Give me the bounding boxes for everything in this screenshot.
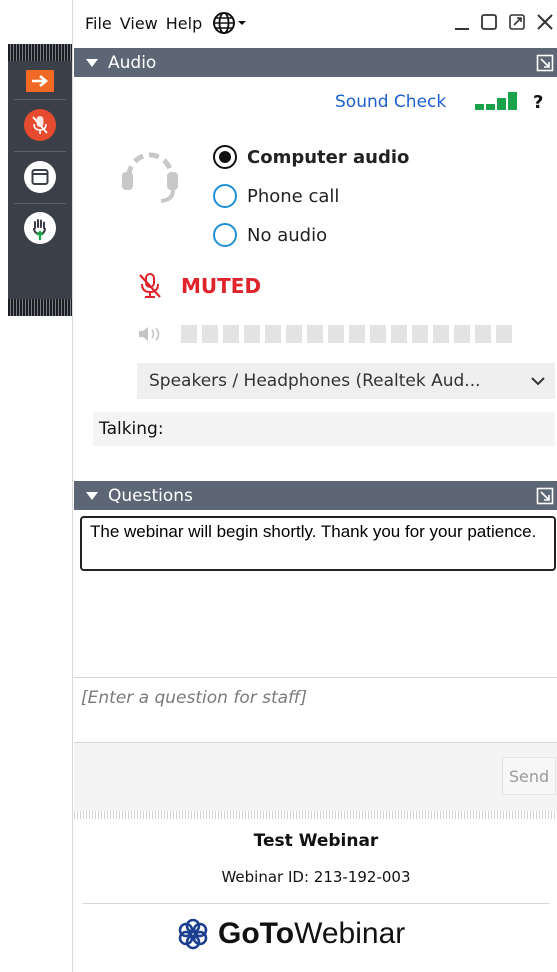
logo-goto: GoTo bbox=[218, 917, 295, 950]
mute-status[interactable]: MUTED bbox=[137, 272, 261, 300]
speaker-device-select[interactable]: Speakers / Headphones (Realtek Aud... bbox=[137, 363, 555, 399]
strip-grip-bottom[interactable] bbox=[8, 299, 72, 316]
send-area: Send bbox=[74, 743, 557, 811]
audio-option-phone[interactable]: Phone call bbox=[213, 184, 339, 208]
language-button[interactable] bbox=[212, 11, 248, 35]
collapse-triangle-icon bbox=[86, 58, 98, 67]
talking-indicator: Talking: bbox=[93, 412, 555, 446]
window-controls bbox=[454, 13, 554, 31]
audio-option-none[interactable]: No audio bbox=[213, 223, 327, 247]
expand-panel-button[interactable] bbox=[8, 64, 72, 98]
audio-option-label: No audio bbox=[247, 224, 328, 246]
popout-icon[interactable] bbox=[536, 54, 554, 72]
muted-label: MUTED bbox=[181, 274, 262, 298]
speaker-device-value: Speakers / Headphones (Realtek Aud... bbox=[149, 371, 481, 391]
control-panel-window: File View Help Audio Sound Check ? Compu… bbox=[72, 0, 557, 972]
divider bbox=[83, 903, 549, 904]
audio-option-label: Phone call bbox=[247, 185, 340, 207]
popout-icon[interactable] bbox=[508, 13, 526, 31]
show-window-button[interactable] bbox=[8, 152, 72, 202]
speaker-volume-icon bbox=[139, 327, 160, 341]
audio-help-button[interactable]: ? bbox=[533, 92, 543, 113]
questions-message: The webinar will begin shortly. Thank yo… bbox=[80, 516, 556, 571]
window-icon bbox=[24, 161, 56, 193]
popout-icon[interactable] bbox=[536, 487, 554, 505]
sound-check-link[interactable]: Sound Check bbox=[335, 92, 446, 112]
audio-panel-header[interactable]: Audio bbox=[74, 48, 557, 77]
signal-bars-icon bbox=[475, 92, 517, 110]
radio-no-audio[interactable] bbox=[213, 223, 237, 247]
talking-label: Talking: bbox=[99, 419, 164, 439]
speaker-level-meter bbox=[137, 324, 512, 344]
questions-panel-header[interactable]: Questions bbox=[74, 481, 557, 510]
radio-computer-audio[interactable] bbox=[213, 145, 237, 169]
strip-grip-top[interactable] bbox=[8, 44, 72, 61]
control-strip bbox=[8, 44, 72, 316]
headset-icon bbox=[122, 152, 178, 203]
send-button[interactable]: Send bbox=[502, 757, 556, 795]
resize-handle[interactable] bbox=[74, 811, 557, 819]
mute-toggle-button[interactable] bbox=[8, 100, 72, 150]
restore-icon[interactable] bbox=[480, 13, 498, 31]
gotowebinar-logo: GoTo Webinar bbox=[176, 917, 405, 951]
level-cells bbox=[181, 325, 512, 343]
flower-logo-icon bbox=[178, 918, 208, 950]
mic-muted-icon bbox=[139, 273, 161, 298]
questions-panel-title: Questions bbox=[108, 485, 193, 506]
audio-option-computer[interactable]: Computer audio bbox=[213, 145, 409, 169]
divider bbox=[74, 677, 557, 678]
chevron-down-icon bbox=[238, 21, 247, 25]
globe-icon bbox=[213, 12, 236, 34]
raise-hand-button[interactable] bbox=[8, 204, 72, 284]
chevron-down-icon bbox=[531, 377, 545, 386]
mic-muted-icon bbox=[24, 109, 56, 141]
close-icon[interactable] bbox=[536, 13, 554, 31]
menu-view[interactable]: View bbox=[112, 14, 158, 33]
collapse-triangle-icon bbox=[86, 491, 98, 500]
menu-bar: File View Help bbox=[73, 0, 557, 46]
question-input[interactable]: [Enter a question for staff] bbox=[81, 688, 307, 708]
logo-webinar: Webinar bbox=[294, 917, 406, 950]
menu-help[interactable]: Help bbox=[158, 14, 202, 33]
audio-panel-title: Audio bbox=[108, 52, 157, 73]
webinar-title: Test Webinar bbox=[253, 831, 379, 851]
audio-option-label: Computer audio bbox=[247, 146, 410, 168]
raise-hand-icon bbox=[24, 212, 56, 244]
menu-file[interactable]: File bbox=[73, 14, 112, 33]
radio-phone-call[interactable] bbox=[213, 184, 237, 208]
arrow-right-icon bbox=[26, 70, 54, 92]
minimize-icon[interactable] bbox=[454, 13, 470, 31]
webinar-id: Webinar ID: 213-192-003 bbox=[221, 868, 411, 886]
